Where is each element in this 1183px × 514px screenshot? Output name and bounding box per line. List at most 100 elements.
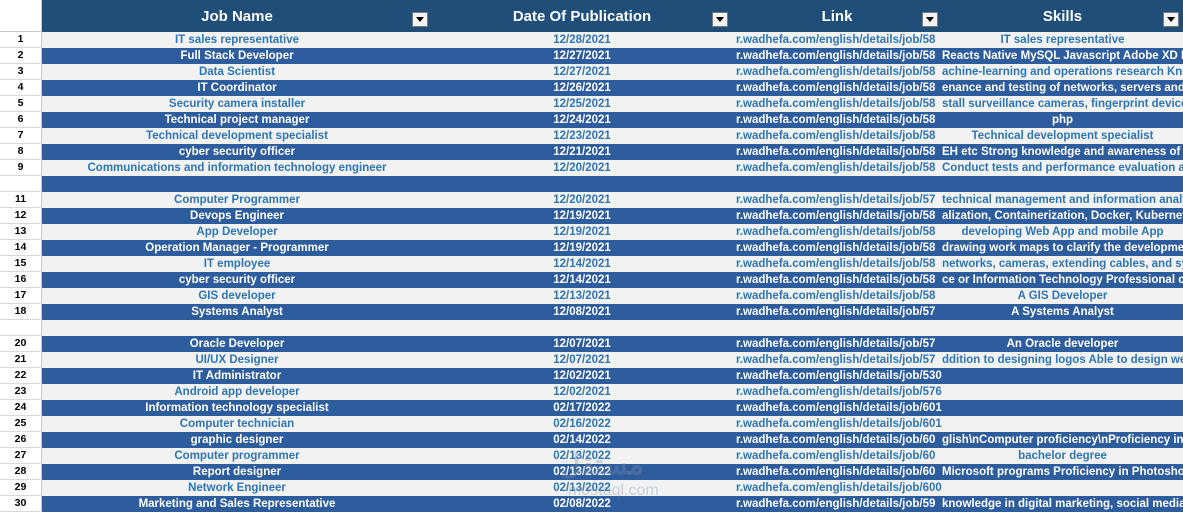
- cell-date[interactable]: 12/19/2021: [432, 224, 732, 240]
- row-number[interactable]: 6: [0, 112, 42, 128]
- cell-date[interactable]: 12/25/2021: [432, 96, 732, 112]
- cell-skills[interactable]: alization, Containerization, Docker, Kub…: [942, 208, 1183, 224]
- row-number[interactable]: 30: [0, 496, 42, 512]
- row-number[interactable]: 1: [0, 32, 42, 48]
- cell-link[interactable]: r.wadhefa.com/english/details/job/58: [732, 272, 942, 288]
- row-number[interactable]: 25: [0, 416, 42, 432]
- row-number[interactable]: 28: [0, 464, 42, 480]
- cell-date[interactable]: 02/16/2022: [432, 416, 732, 432]
- cell-date[interactable]: 02/13/2022: [432, 464, 732, 480]
- cell-skills[interactable]: knowledge in digital marketing, social m…: [942, 496, 1183, 512]
- cell-link[interactable]: r.wadhefa.com/english/details/job/57: [732, 336, 942, 352]
- cell-skills[interactable]: technical management and information ana…: [942, 192, 1183, 208]
- cell-job-name[interactable]: graphic designer: [42, 432, 432, 448]
- row-number[interactable]: 7: [0, 128, 42, 144]
- cell-link[interactable]: r.wadhefa.com/english/details/job/57: [732, 304, 942, 320]
- row-number[interactable]: 26: [0, 432, 42, 448]
- cell-skills[interactable]: ce or Information Technology Professiona…: [942, 272, 1183, 288]
- cell-skills[interactable]: stall surveillance cameras, fingerprint …: [942, 96, 1183, 112]
- cell-job-name[interactable]: cyber security officer: [42, 272, 432, 288]
- cell-job-name[interactable]: Operation Manager - Programmer: [42, 240, 432, 256]
- cell-job-name[interactable]: Technical development specialist: [42, 128, 432, 144]
- cell-skills[interactable]: IT sales representative: [942, 32, 1183, 48]
- cell-job-name[interactable]: App Developer: [42, 224, 432, 240]
- cell-date[interactable]: 12/27/2021: [432, 64, 732, 80]
- cell-job-name[interactable]: Computer technician: [42, 416, 432, 432]
- cell-date[interactable]: 12/19/2021: [432, 240, 732, 256]
- cell-link[interactable]: r.wadhefa.com/english/details/job/58: [732, 112, 942, 128]
- cell-date[interactable]: 12/07/2021: [432, 336, 732, 352]
- select-all-corner[interactable]: [0, 0, 42, 32]
- cell-date[interactable]: 02/13/2022: [432, 448, 732, 464]
- cell-link[interactable]: r.wadhefa.com/english/details/job/58: [732, 96, 942, 112]
- row-number[interactable]: [0, 176, 42, 192]
- cell-skills[interactable]: EH etc Strong knowledge and awareness of…: [942, 144, 1183, 160]
- header-skills[interactable]: Skills: [942, 0, 1183, 32]
- cell-link[interactable]: r.wadhefa.com/english/details/job/58: [732, 144, 942, 160]
- filter-dropdown-icon[interactable]: [922, 12, 938, 27]
- cell-link[interactable]: r.wadhefa.com/english/details/job/58: [732, 224, 942, 240]
- row-number[interactable]: 3: [0, 64, 42, 80]
- cell-date[interactable]: 02/14/2022: [432, 432, 732, 448]
- cell-link[interactable]: r.wadhefa.com/english/details/job/60: [732, 464, 942, 480]
- row-number[interactable]: [0, 320, 42, 336]
- cell-job-name[interactable]: Android app developer: [42, 384, 432, 400]
- cell-link[interactable]: r.wadhefa.com/english/details/job/58: [732, 208, 942, 224]
- cell-skills[interactable]: ddition to designing logos Able to desig…: [942, 352, 1183, 368]
- cell-link[interactable]: r.wadhefa.com/english/details/job/60133/…: [732, 416, 942, 432]
- cell-skills[interactable]: A Systems Analyst: [942, 304, 1183, 320]
- cell-job-name[interactable]: UI/UX Designer: [42, 352, 432, 368]
- cell-link[interactable]: r.wadhefa.com/english/details/job/57: [732, 192, 942, 208]
- cell-date[interactable]: 12/24/2021: [432, 112, 732, 128]
- cell-date[interactable]: 12/07/2021: [432, 352, 732, 368]
- cell-job-name[interactable]: Security camera installer: [42, 96, 432, 112]
- cell-link[interactable]: r.wadhefa.com/english/details/job/60030/…: [732, 480, 942, 496]
- cell-skills[interactable]: [942, 480, 1183, 496]
- cell-date[interactable]: 12/13/2021: [432, 288, 732, 304]
- cell-job-name[interactable]: Information technology specialist: [42, 400, 432, 416]
- cell-link[interactable]: [732, 320, 942, 336]
- row-number[interactable]: 12: [0, 208, 42, 224]
- row-number[interactable]: 24: [0, 400, 42, 416]
- row-number[interactable]: 4: [0, 80, 42, 96]
- row-number[interactable]: 23: [0, 384, 42, 400]
- filter-dropdown-icon[interactable]: [1163, 12, 1179, 27]
- cell-date[interactable]: 12/20/2021: [432, 160, 732, 176]
- header-link[interactable]: Link: [732, 0, 942, 32]
- cell-job-name[interactable]: IT Coordinator: [42, 80, 432, 96]
- cell-date[interactable]: [432, 176, 732, 192]
- cell-skills[interactable]: developing Web App and mobile App: [942, 224, 1183, 240]
- cell-link[interactable]: r.wadhefa.com/english/details/job/58: [732, 32, 942, 48]
- row-number[interactable]: 17: [0, 288, 42, 304]
- cell-job-name[interactable]: IT employee: [42, 256, 432, 272]
- cell-date[interactable]: 12/27/2021: [432, 48, 732, 64]
- cell-skills[interactable]: [942, 176, 1183, 192]
- row-number[interactable]: 27: [0, 448, 42, 464]
- header-job-name[interactable]: Job Name: [42, 0, 432, 32]
- cell-job-name[interactable]: Report designer: [42, 464, 432, 480]
- cell-skills[interactable]: php: [942, 112, 1183, 128]
- cell-job-name[interactable]: Computer programmer: [42, 448, 432, 464]
- filter-dropdown-icon[interactable]: [712, 12, 728, 27]
- cell-job-name[interactable]: Communications and information technolog…: [42, 160, 432, 176]
- cell-date[interactable]: 12/26/2021: [432, 80, 732, 96]
- cell-job-name[interactable]: Marketing and Sales Representative: [42, 496, 432, 512]
- row-number[interactable]: 18: [0, 304, 42, 320]
- cell-date[interactable]: 12/14/2021: [432, 256, 732, 272]
- cell-date[interactable]: 12/20/2021: [432, 192, 732, 208]
- cell-skills[interactable]: Technical development specialist: [942, 128, 1183, 144]
- cell-skills[interactable]: An Oracle developer: [942, 336, 1183, 352]
- row-number[interactable]: 5: [0, 96, 42, 112]
- row-number[interactable]: 9: [0, 160, 42, 176]
- cell-job-name[interactable]: Data Scientist: [42, 64, 432, 80]
- cell-date[interactable]: 02/08/2022: [432, 496, 732, 512]
- cell-link[interactable]: r.wadhefa.com/english/details/job/57: [732, 352, 942, 368]
- cell-date[interactable]: 02/17/2022: [432, 400, 732, 416]
- row-number[interactable]: 29: [0, 480, 42, 496]
- cell-skills[interactable]: Microsoft programs Proficiency in Photos…: [942, 464, 1183, 480]
- cell-date[interactable]: 12/08/2021: [432, 304, 732, 320]
- cell-date[interactable]: 12/14/2021: [432, 272, 732, 288]
- cell-skills[interactable]: drawing work maps to clarify the develop…: [942, 240, 1183, 256]
- cell-job-name[interactable]: IT sales representative: [42, 32, 432, 48]
- cell-date[interactable]: 12/02/2021: [432, 384, 732, 400]
